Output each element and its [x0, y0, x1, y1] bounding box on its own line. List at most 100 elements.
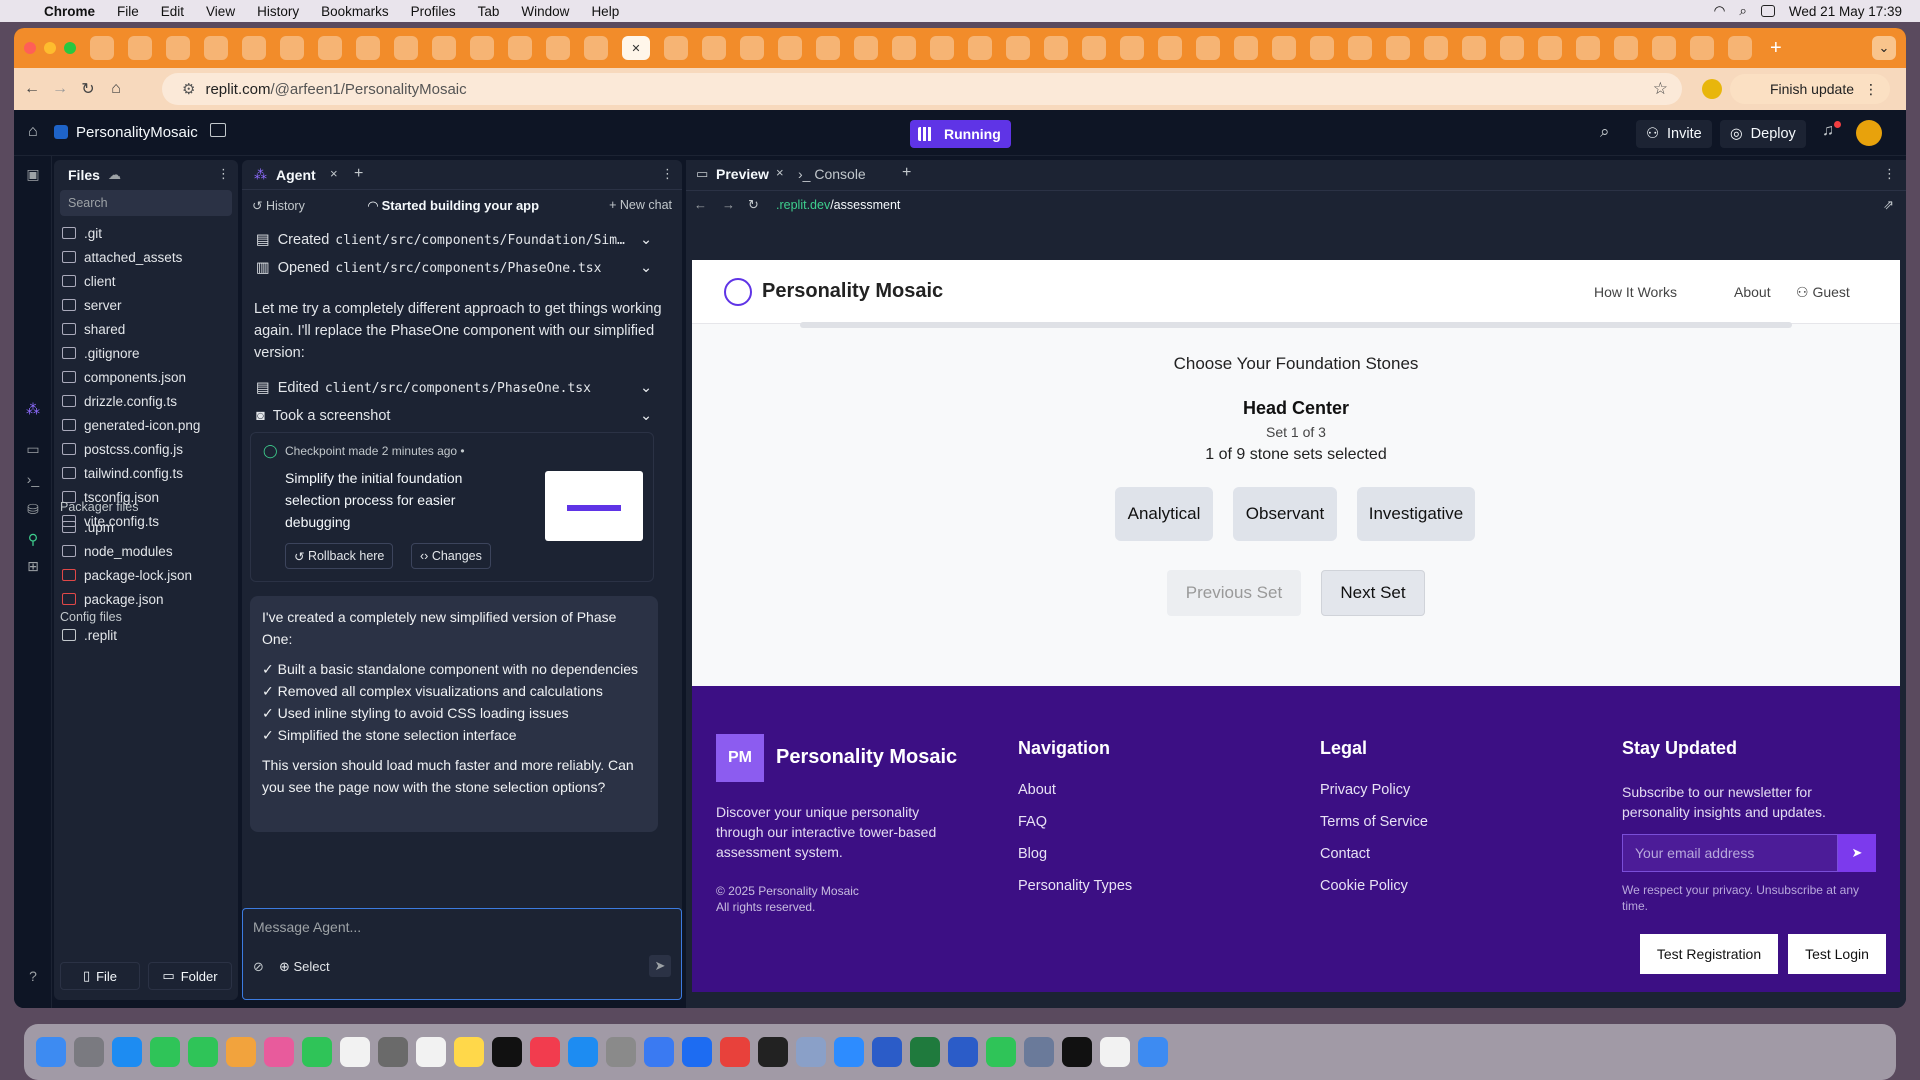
browser-tab[interactable]	[1462, 36, 1486, 60]
test-registration-button[interactable]: Test Registration	[1640, 934, 1778, 974]
rollback-button[interactable]: ↺ Rollback here	[285, 543, 394, 569]
browser-tab[interactable]	[1576, 36, 1600, 60]
new-tab-button[interactable]: +	[1770, 37, 1782, 60]
invite-button[interactable]: ⚇ Invite	[1636, 120, 1712, 148]
send-icon[interactable]: ➤	[1838, 834, 1876, 872]
browser-tab[interactable]	[1500, 36, 1524, 60]
newsletter-email-input[interactable]: Your email address	[1622, 834, 1838, 872]
browser-tab[interactable]	[702, 36, 726, 60]
browser-tab[interactable]	[740, 36, 764, 60]
dock-app-icon[interactable]	[758, 1037, 788, 1067]
dock-app-icon[interactable]	[530, 1037, 560, 1067]
agent-menu-icon[interactable]: ⋮	[661, 166, 674, 182]
browser-tab[interactable]	[90, 36, 114, 60]
back-icon[interactable]: ←	[18, 80, 46, 98]
browser-tab[interactable]	[242, 36, 266, 60]
files-menu-icon[interactable]: ⋮	[217, 166, 230, 182]
dock-app-icon[interactable]	[302, 1037, 332, 1067]
browser-tab[interactable]	[1652, 36, 1676, 60]
file-item[interactable]: postcss.config.js	[62, 438, 183, 460]
dock-app-icon[interactable]	[986, 1037, 1016, 1067]
zoom-window-button[interactable]	[64, 42, 76, 54]
browser-tab[interactable]	[968, 36, 992, 60]
bell-icon[interactable]: ♫	[1822, 122, 1834, 140]
footer-link-contact[interactable]: Contact	[1320, 846, 1370, 862]
stone-observant[interactable]: Observant	[1233, 487, 1337, 541]
tab-agent[interactable]: Agent	[276, 167, 316, 183]
file-item[interactable]: tailwind.config.ts	[62, 462, 183, 484]
select-button[interactable]: ⊕ Select	[279, 959, 330, 975]
dock-app-icon[interactable]	[1138, 1037, 1168, 1067]
browser-tab[interactable]	[1006, 36, 1030, 60]
browser-tab[interactable]	[892, 36, 916, 60]
home-icon[interactable]: ⌂	[102, 80, 130, 98]
file-item[interactable]: generated-icon.png	[62, 414, 200, 436]
browser-tab[interactable]	[432, 36, 456, 60]
footer-link-personality-types[interactable]: Personality Types	[1018, 878, 1132, 894]
browser-tab[interactable]	[128, 36, 152, 60]
new-file-button[interactable]: ▯ File	[60, 962, 140, 990]
browser-tab[interactable]	[508, 36, 532, 60]
footer-link-terms[interactable]: Terms of Service	[1320, 814, 1428, 830]
back-icon[interactable]: ←	[694, 197, 707, 212]
omnibox[interactable]: ⚙ replit.com/@arfeen1/PersonalityMosaic …	[162, 73, 1682, 105]
tab-preview[interactable]: Preview	[716, 166, 769, 182]
dock-app-icon[interactable]	[834, 1037, 864, 1067]
dock-app-icon[interactable]	[796, 1037, 826, 1067]
control-center-icon[interactable]	[1760, 5, 1775, 17]
file-item[interactable]: components.json	[62, 366, 186, 388]
dock-app-icon[interactable]	[682, 1037, 712, 1067]
home-icon[interactable]: ⌂	[28, 123, 38, 141]
file-item[interactable]: .gitignore	[62, 342, 140, 364]
menu-tab[interactable]: Tab	[478, 4, 500, 19]
files-tool-icon[interactable]: ▣	[24, 166, 42, 184]
checkpoint-thumbnail[interactable]	[545, 471, 643, 541]
forward-icon[interactable]: →	[46, 80, 74, 98]
menu-view[interactable]: View	[206, 4, 235, 19]
dock-app-icon[interactable]	[36, 1037, 66, 1067]
search-icon[interactable]: ⌕	[1739, 3, 1747, 19]
browser-tab[interactable]	[1082, 36, 1106, 60]
bookmark-star-icon[interactable]: ☆	[1653, 79, 1668, 99]
file-item[interactable]: .git	[62, 222, 102, 244]
browser-tab[interactable]	[1348, 36, 1372, 60]
user-avatar[interactable]	[1856, 120, 1882, 146]
browser-tab[interactable]	[1424, 36, 1448, 60]
menu-file[interactable]: File	[117, 4, 139, 19]
preview-menu-icon[interactable]: ⋮	[1883, 166, 1896, 182]
menu-app-name[interactable]: Chrome	[44, 4, 95, 19]
add-tab-icon[interactable]: +	[354, 165, 363, 183]
dock-app-icon[interactable]	[720, 1037, 750, 1067]
finish-update-button[interactable]: Finish update ⋮	[1701, 74, 1890, 104]
attach-icon[interactable]: ⊘	[253, 959, 264, 975]
browser-tab[interactable]	[816, 36, 840, 60]
reload-icon[interactable]: ↻	[748, 197, 759, 213]
file-item-replit[interactable]: .replit	[62, 624, 117, 646]
browser-tab[interactable]	[166, 36, 190, 60]
dock-app-icon[interactable]	[416, 1037, 446, 1067]
files-search[interactable]: Search	[60, 190, 232, 216]
action-edited[interactable]: ▤ Edited client/src/components/PhaseOne.ts…	[256, 380, 652, 396]
browser-tab[interactable]	[356, 36, 380, 60]
menu-bookmarks[interactable]: Bookmarks	[321, 4, 389, 19]
menu-window[interactable]: Window	[521, 4, 569, 19]
browser-tab[interactable]	[470, 36, 494, 60]
footer-link-about[interactable]: About	[1018, 782, 1056, 798]
close-window-button[interactable]	[24, 42, 36, 54]
all-tools-icon[interactable]: ⊞	[24, 558, 42, 576]
file-item[interactable]: client	[62, 270, 116, 292]
dock-app-icon[interactable]	[1024, 1037, 1054, 1067]
console-tool-icon[interactable]: ›_	[24, 471, 42, 489]
search-icon[interactable]: ⌕	[1600, 122, 1610, 142]
message-input[interactable]: Message Agent...	[253, 919, 361, 935]
tab-active[interactable]: ✕	[622, 36, 650, 60]
dock-app-icon[interactable]	[454, 1037, 484, 1067]
changes-button[interactable]: ‹› Changes	[411, 543, 491, 569]
menu-help[interactable]: Help	[591, 4, 619, 19]
browser-tab[interactable]	[1538, 36, 1562, 60]
packager-item[interactable]: package-lock.json	[62, 564, 192, 586]
wifi-icon[interactable]: ◠	[1714, 3, 1726, 19]
tab-console[interactable]: ›_ Console	[798, 166, 866, 182]
previous-set-button[interactable]: Previous Set	[1167, 570, 1301, 616]
dock-app-icon[interactable]	[226, 1037, 256, 1067]
